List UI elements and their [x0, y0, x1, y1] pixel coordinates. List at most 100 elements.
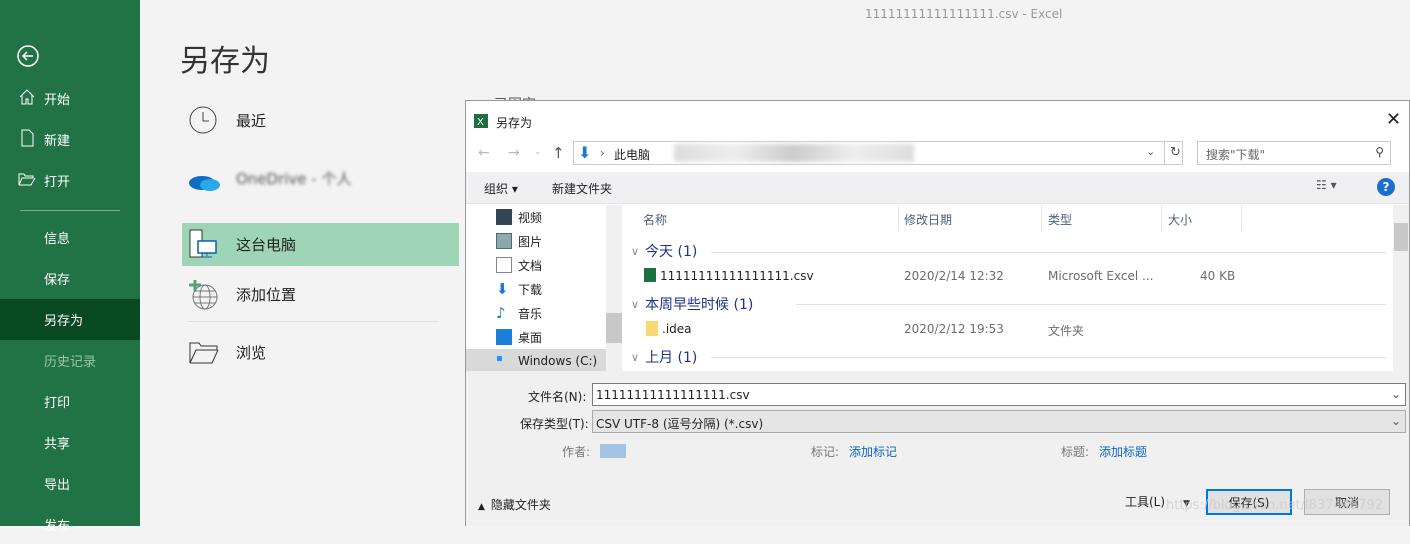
column-divider[interactable] [1241, 205, 1242, 231]
chevron-down-icon: ∨ [631, 350, 640, 364]
drive-icon: ▪ [496, 353, 503, 364]
up-arrow-icon[interactable]: ↑ [552, 144, 565, 162]
sidebar-item-history[interactable]: 历史记录 [0, 340, 140, 380]
backstage-sidebar: 开始 新建 打开 信息 保存 另存为 历史记录 打印 共享 导出 发布 [0, 0, 140, 534]
breadcrumb-this-pc[interactable]: 此电脑 [614, 146, 650, 163]
computer-icon [189, 229, 217, 258]
nav-scrollbar[interactable] [606, 205, 622, 371]
music-icon: ♪ [496, 304, 506, 322]
recent-dropdown-icon[interactable]: ⌄ [534, 147, 542, 157]
group-divider [796, 304, 1386, 305]
sidebar-item-export[interactable]: 导出 [0, 463, 140, 503]
scrollbar-thumb[interactable] [1394, 223, 1408, 251]
download-icon: ⬇ [578, 143, 592, 162]
column-header-size[interactable]: 大小 [1168, 211, 1192, 228]
location-recent[interactable]: 最近 [182, 99, 459, 142]
search-input[interactable]: 搜索"下载" ⚲ [1197, 141, 1391, 165]
sidebar-item-label: 开始 [44, 92, 71, 108]
chevron-up-icon: ▲ [478, 502, 485, 512]
group-label: 今天 (1) [645, 244, 698, 260]
group-today[interactable]: ∨ 今天 (1) [631, 241, 697, 261]
hide-folders-button[interactable]: ▲ 隐藏文件夹 [478, 496, 551, 513]
group-divider [711, 357, 1386, 358]
nav-videos[interactable]: 视频 [496, 205, 542, 229]
organize-button[interactable]: 组织 ▾ [484, 180, 518, 197]
location-onedrive[interactable]: OneDrive - 个人 [182, 157, 459, 200]
sidebar-item-info[interactable]: 信息 [0, 217, 140, 257]
file-row[interactable]: .idea [646, 321, 692, 336]
file-list-scrollbar[interactable] [1393, 205, 1409, 371]
tools-button[interactable]: 工具(L) ▼ [1125, 493, 1190, 510]
add-tags-link[interactable]: 添加标记 [849, 443, 897, 460]
location-label: 这台电脑 [236, 236, 297, 254]
scrollbar-thumb[interactable] [606, 313, 622, 343]
filename-value: 11111111111111111.csv [596, 388, 750, 402]
tools-label: 工具(L) [1125, 495, 1166, 509]
home-icon [19, 89, 35, 105]
location-label: 添加位置 [236, 286, 297, 304]
filetype-select[interactable]: CSV UTF-8 (逗号分隔) (*.csv) ⌄ [592, 410, 1406, 433]
location-browse[interactable]: 浏览 [182, 331, 459, 374]
column-divider[interactable] [898, 205, 899, 231]
nav-music[interactable]: ♪ 音乐 [496, 301, 542, 325]
sidebar-item-new[interactable]: 新建 [0, 119, 140, 159]
chevron-down-icon: ∨ [631, 297, 640, 311]
file-row[interactable]: 11111111111111111.csv [644, 268, 814, 283]
file-type: 文件夹 [1048, 324, 1085, 338]
filetype-value: CSV UTF-8 (逗号分隔) (*.csv) [596, 417, 764, 431]
sidebar-item-home[interactable]: 开始 [0, 78, 140, 118]
chevron-down-icon[interactable]: ⌄ [1391, 387, 1401, 401]
svg-text:X: X [477, 117, 484, 128]
location-add-place[interactable]: 添加位置 [182, 273, 459, 316]
address-bar[interactable]: ⬇ › 此电脑 ⌄ ↻ [573, 141, 1183, 165]
folder-icon [189, 342, 219, 364]
sidebar-item-save-as[interactable]: 另存为 [0, 299, 140, 340]
location-label: 浏览 [236, 344, 267, 362]
group-divider [711, 252, 1386, 253]
sidebar-item-print[interactable]: 打印 [0, 381, 140, 421]
back-icon[interactable]: ← [478, 145, 490, 161]
column-header-name[interactable]: 名称 [643, 211, 667, 228]
nav-documents[interactable]: 文档 [496, 253, 542, 277]
author-value-blurred[interactable] [600, 444, 626, 458]
column-header-date[interactable]: 修改日期 [904, 211, 952, 228]
group-last-month[interactable]: ∨ 上月 (1) [631, 347, 697, 367]
column-divider[interactable] [1161, 205, 1162, 231]
nav-downloads[interactable]: ⬇ 下载 [496, 277, 542, 301]
hide-folders-label: 隐藏文件夹 [490, 498, 551, 512]
file-name: .idea [662, 322, 692, 336]
close-icon[interactable]: ✕ [1386, 109, 1401, 130]
location-label: OneDrive - 个人 [236, 170, 352, 188]
chevron-down-icon[interactable]: ⌄ [1146, 145, 1155, 158]
nav-drive-c[interactable]: ▪ Windows (C:) [466, 349, 606, 373]
new-folder-button[interactable]: 新建文件夹 [552, 180, 612, 197]
column-header-type[interactable]: 类型 [1048, 211, 1072, 228]
save-button[interactable]: 保存(S) [1206, 489, 1292, 515]
nav-desktop[interactable]: 桌面 [496, 325, 542, 349]
nav-label: 下载 [518, 282, 543, 297]
location-this-pc[interactable]: 这台电脑 [182, 223, 459, 266]
cancel-button[interactable]: 取消 [1304, 489, 1390, 515]
sidebar-item-publish[interactable]: 发布 [0, 504, 140, 544]
sidebar-item-save[interactable]: 保存 [0, 258, 140, 298]
back-arrow-icon[interactable] [16, 44, 40, 68]
forward-icon[interactable]: → [508, 145, 520, 161]
group-earlier-this-week[interactable]: ∨ 本周早些时候 (1) [631, 294, 753, 314]
nav-label: Windows (C:) [518, 354, 598, 368]
globe-add-icon [189, 280, 218, 310]
sidebar-item-open[interactable]: 打开 [0, 160, 140, 200]
view-options-icon[interactable]: ☷ ▾ [1316, 178, 1337, 192]
sidebar-item-label: 保存 [44, 272, 71, 288]
filename-input[interactable]: 11111111111111111.csv ⌄ [592, 383, 1406, 406]
nav-label: 文档 [518, 258, 543, 273]
refresh-icon[interactable]: ↻ [1170, 145, 1181, 160]
column-divider[interactable] [1041, 205, 1042, 231]
sidebar-item-share[interactable]: 共享 [0, 422, 140, 462]
location-label: 最近 [236, 112, 267, 130]
video-icon [496, 209, 512, 225]
clock-icon [189, 106, 217, 134]
chevron-down-icon[interactable]: ⌄ [1391, 414, 1401, 428]
help-icon[interactable]: ? [1377, 178, 1395, 196]
nav-pictures[interactable]: 图片 [496, 229, 542, 253]
add-title-link[interactable]: 添加标题 [1099, 443, 1147, 460]
